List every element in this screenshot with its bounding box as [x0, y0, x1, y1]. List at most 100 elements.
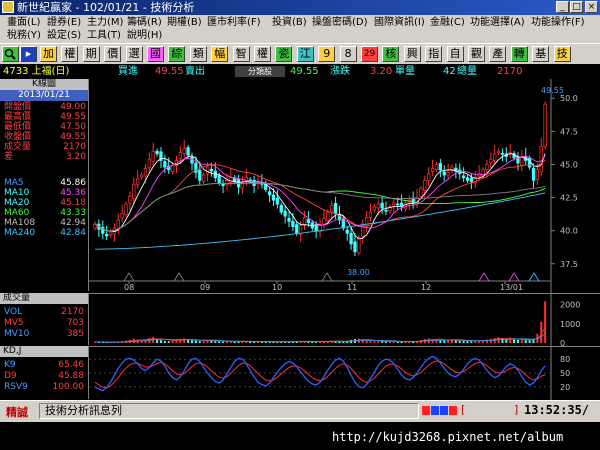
kd-tick-label: 20 — [560, 383, 570, 392]
candle-body — [267, 191, 272, 196]
volume-bar — [524, 339, 527, 343]
candle-body — [283, 210, 287, 217]
stock-symbol: 4733 上福(日) — [3, 66, 70, 77]
candle-body — [461, 175, 466, 179]
menu-tools[interactable]: 工具(T) — [87, 29, 121, 42]
search-icon[interactable] — [2, 46, 19, 62]
ma240-row: MA240 42.84 — [4, 229, 86, 238]
candle-body — [201, 174, 206, 182]
volume-chart[interactable]: 0 1000 2000 — [89, 293, 600, 346]
volume-bar — [466, 341, 469, 343]
menu-screen[interactable]: 畫面(L) — [7, 16, 40, 29]
single-qty-label: 單量 — [395, 66, 415, 77]
menu-invest[interactable]: 投資(B) — [272, 16, 307, 29]
menu-securities[interactable]: 證券(E) — [47, 16, 81, 29]
kd-chart[interactable]: 20 50 80 — [89, 346, 600, 400]
menu-chips[interactable]: 籌碼(R) — [127, 16, 162, 29]
toolbar-arrow-icon[interactable]: ▸ — [20, 46, 37, 62]
candle-body — [485, 164, 489, 171]
rsv9-label: RSV9 — [4, 382, 28, 392]
menu-function-select[interactable]: 功能選擇(A) — [470, 16, 525, 29]
toolbar-button[interactable]: 轉 — [510, 46, 528, 62]
d9-label: D9 — [4, 371, 17, 381]
volume-bar — [218, 341, 221, 343]
toolbar-button[interactable]: 自 — [446, 46, 464, 62]
toolbar-button[interactable]: 權 — [61, 46, 79, 62]
toolbar-button[interactable]: 核 — [382, 46, 400, 62]
toolbar-button[interactable]: 價 — [104, 46, 122, 62]
menu-trade-code[interactable]: 操盤密碼(D) — [312, 16, 368, 29]
toolbar-button[interactable]: 類 — [189, 46, 207, 62]
candle-body — [287, 217, 291, 222]
toolbar-button[interactable]: 綜 — [168, 46, 186, 62]
volume-bar — [540, 321, 543, 343]
ma60-label: MA60 — [4, 208, 30, 218]
volume-bar — [528, 340, 531, 343]
title-bar: 新世紀贏家 - 102/01/21 - 技術分析 _ □ × — [0, 0, 600, 15]
candle-body — [442, 171, 446, 176]
toolbar-button[interactable]: 選 — [125, 46, 143, 62]
menu-finance[interactable]: 金融(C) — [430, 16, 465, 29]
volume-bar — [210, 340, 213, 343]
candle-body — [326, 211, 330, 222]
price-chart[interactable]: 37.5 40.0 42.5 45.0 47.5 50.0 08 09 10 11 12 13/01 4… — [89, 79, 600, 293]
mv10-label: MV10 — [4, 329, 30, 339]
toolbar-button[interactable]: 觀 — [468, 46, 485, 62]
volume-bar — [513, 339, 516, 343]
candle-body — [248, 179, 252, 182]
candle-body — [306, 219, 311, 224]
bracket-open: [ — [461, 403, 466, 416]
menu-settings[interactable]: 設定(S) — [47, 29, 81, 42]
bid-label: 買進 — [118, 66, 138, 77]
menu-forex[interactable]: 匯市利率(F) — [207, 16, 261, 29]
ma20-row: MA20 45.18 — [4, 199, 86, 208]
status-light-blue-2 — [440, 406, 448, 415]
menu-function-op[interactable]: 功能操作(F) — [531, 16, 585, 29]
toolbar-button[interactable]: 指 — [425, 46, 443, 62]
candle-body — [295, 224, 299, 234]
volume-bar — [222, 341, 225, 343]
minimize-button[interactable]: _ — [556, 1, 569, 13]
candle-body — [392, 202, 396, 206]
toolbar-button[interactable]: 技 — [553, 46, 571, 62]
toolbar-button[interactable]: 8 — [339, 46, 357, 62]
toolbar-button[interactable]: 幅 — [211, 46, 229, 62]
diff-label: 差 — [4, 152, 14, 162]
volume-bar — [385, 341, 388, 343]
kd-tick-label: 80 — [560, 355, 570, 364]
close-button[interactable]: × — [585, 1, 598, 13]
toolbar-button[interactable]: 29 — [361, 46, 378, 62]
toolbar-button[interactable]: 智 — [232, 46, 250, 62]
maximize-button[interactable]: □ — [570, 1, 583, 13]
menu-help[interactable]: 說明(H) — [127, 29, 162, 42]
candle-body — [368, 211, 373, 218]
menu-major[interactable]: 主力(M) — [87, 16, 123, 29]
menu-options[interactable]: 期權(B) — [167, 16, 202, 29]
toolbar-button[interactable]: 江 — [296, 46, 314, 62]
menu-intl-info[interactable]: 國際資訊(I) — [374, 16, 425, 29]
volume-bar — [315, 341, 318, 343]
status-light-red — [422, 406, 430, 415]
toolbar-button[interactable]: 產 — [489, 46, 507, 62]
toolbar-button[interactable]: 權 — [254, 46, 271, 62]
menu-tax[interactable]: 稅務(Y) — [7, 29, 41, 42]
toolbar-button[interactable]: 瓷 — [275, 46, 293, 62]
status-message-box: 技術分析訊息列 — [39, 403, 419, 419]
mv10-row: MV10 385 — [4, 329, 84, 339]
volume-bar — [163, 340, 166, 343]
candle-body — [116, 219, 120, 229]
toolbar-button[interactable]: 加 — [40, 46, 57, 62]
candle-body — [500, 152, 505, 155]
toolbar-button[interactable]: 興 — [403, 46, 421, 62]
candle-body — [384, 209, 388, 212]
kline-info-panel: K線圖 2013/01/21 開盤價 49.00 最高價 49.55 最低價 47.5… — [0, 79, 89, 291]
toolbar-button[interactable]: 9 — [318, 46, 336, 62]
category-tab[interactable]: 分類股 — [235, 66, 285, 77]
toolbar-button[interactable]: 期 — [82, 46, 100, 62]
toolbar-button[interactable]: 國 — [147, 46, 164, 62]
window-title: 新世紀贏家 - 102/01/21 - 技術分析 — [17, 1, 195, 14]
toolbar-button[interactable]: 基 — [532, 46, 550, 62]
volume-bar — [194, 340, 197, 343]
ma10-row: MA10 45.36 — [4, 189, 86, 198]
ma60-value: 43.33 — [60, 208, 86, 218]
